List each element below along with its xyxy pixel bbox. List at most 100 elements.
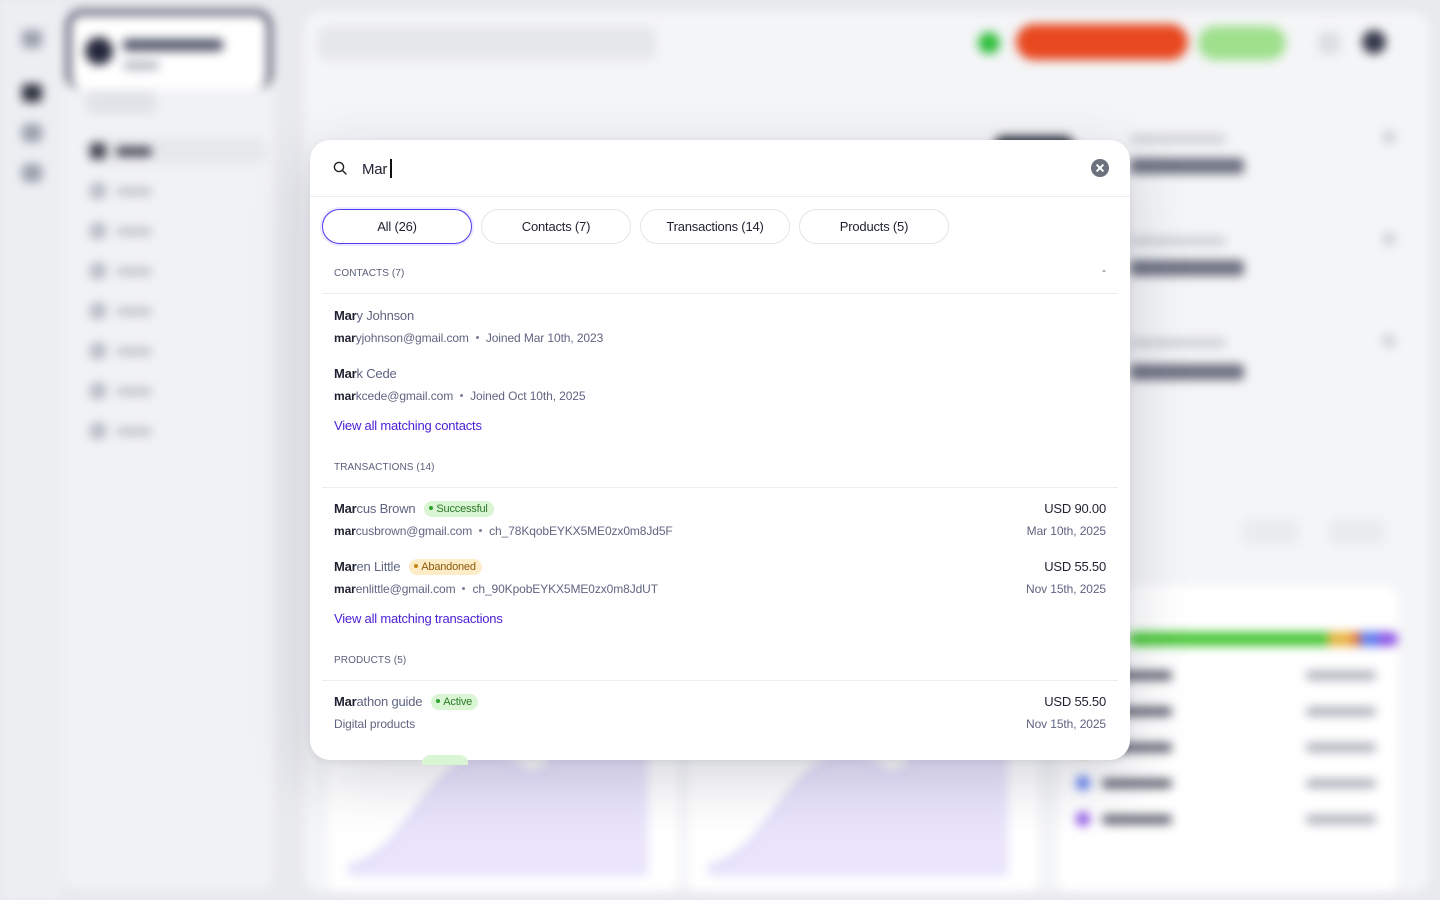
add-button [1242,518,1300,546]
contact-details: markcede@gmail.com Joined Oct 10th, 2025 [334,389,586,403]
kpi-label [1130,134,1226,144]
sidebar-item [86,418,266,444]
legend-row [1076,776,1376,790]
contact-name: Mark Cede [334,366,397,381]
view-all-contacts-link[interactable]: View all matching contacts [334,418,482,433]
view-all-contacts-row: View all matching contacts [322,414,1118,452]
info-icon [1382,130,1396,144]
transaction-result[interactable]: Maren Little Abandoned marenlittle@gmail.… [322,549,1118,607]
contact-joined: Joined Mar 10th, 2023 [485,331,604,345]
tab-products[interactable]: Products (5) [799,209,949,244]
contacts-section-header: CONTACTS (7) - [322,258,1118,294]
modal-search-bar: Mar [310,140,1130,197]
search-results: CONTACTS (7) - Mary Johnson maryjohnson@… [322,258,1118,742]
workspace-role-placeholder [123,61,159,70]
collapse-icon[interactable]: - [1102,263,1106,277]
transaction-date: Mar 10th, 2025 [1026,524,1106,538]
transaction-date: Nov 15th, 2025 [1026,582,1106,596]
filter-tabs: All (26) Contacts (7) Transactions (14) … [322,209,949,244]
search-modal: Mar All (26) Contacts (7) Transactions (… [310,140,1130,760]
contact-joined: Joined Oct 10th, 2025 [470,389,586,403]
cutoff-badge [422,755,468,765]
transaction-amount: USD 90.00 [1044,501,1106,516]
view-all-transactions-link[interactable]: View all matching transactions [334,611,503,626]
home-rail-icon [22,84,42,102]
kpi-label [1130,338,1226,348]
search-input[interactable]: Mar [362,159,393,178]
transaction-email: cusbrown@gmail.com [355,524,473,538]
name-rest: y Johnson [356,308,415,323]
plus-icon [1318,32,1340,54]
icon-rail [0,0,64,900]
transactions-section-header: TRANSACTIONS (14) [322,452,1118,488]
contact-result[interactable]: Mary Johnson maryjohnson@gmail.com Joined… [322,298,1118,356]
sidebar-item [86,178,266,204]
avatar [1362,30,1386,54]
sidebar-item [86,258,266,284]
tab-transactions[interactable]: Transactions (14) [640,209,790,244]
app-logo-icon [22,30,42,48]
status-badge: Abandoned [409,559,482,575]
sidebar-action-button [86,90,156,114]
sidebar-item [86,218,266,244]
section-title: PRODUCTS (5) [334,655,407,666]
charge-id: ch_78KqobEYKX5ME0zx0m8Jd5F [489,524,673,538]
tab-contacts[interactable]: Contacts (7) [481,209,631,244]
dot-separator [475,336,479,339]
legend-row [1076,812,1376,826]
workspace-switcher [66,10,272,90]
product-date: Nov 15th, 2025 [1026,717,1106,731]
info-icon [1382,232,1396,246]
product-name: Marathon guide Active [334,694,479,710]
workspace-name-placeholder [123,39,223,51]
dot-separator [460,394,464,397]
charge-id: ch_90KpobEYKX5ME0zx0m8JdUT [472,582,658,596]
contact-email: yjohnson@gmail.com [355,331,469,345]
transaction-details: marcusbrown@gmail.com ch_78KqobEYKX5ME0zx… [334,524,673,538]
match-highlight: Mar [334,694,357,709]
match-highlight: mar [334,582,356,596]
box-rail-icon [22,164,42,182]
name-rest: athon guide [356,694,423,709]
workspace-avatar [85,37,113,65]
match-highlight: mar [334,524,356,538]
transaction-details: marenlittle@gmail.com ch_90KpobEYKX5ME0zx… [334,582,658,596]
status-dot [978,32,1000,54]
kpi-label [1130,236,1226,246]
sidebar-item [86,338,266,364]
status-pill [1198,26,1286,60]
contact-result[interactable]: Mark Cede markcede@gmail.com Joined Oct 1… [322,356,1118,414]
section-title: CONTACTS (7) [334,268,405,279]
transaction-amount: USD 55.50 [1044,559,1106,574]
text-caret [390,159,393,178]
edit-button [1328,518,1386,546]
match-highlight: Mar [334,308,357,323]
status-badge: Successful [424,501,494,517]
product-result[interactable]: Marathon guide Active Digital products US… [322,684,1118,742]
transaction-result[interactable]: Marcus Brown Successful marcusbrown@gmail… [322,491,1118,549]
name-rest: k Cede [356,366,397,381]
top-search-bar [318,26,656,60]
search-icon [333,161,347,175]
section-title: TRANSACTIONS (14) [334,462,435,473]
products-section-header: PRODUCTS (5) [322,645,1118,681]
product-category: Digital products [334,717,416,731]
sidebar [64,10,274,890]
stacked-bar [1128,632,1398,646]
dot-separator [462,587,466,590]
kpi-value [1130,158,1244,174]
sidebar-item [86,138,266,164]
search-query-text: Mar [362,161,388,178]
name-rest: en Little [356,559,401,574]
transaction-email: enlittle@gmail.com [355,582,456,596]
match-highlight: mar [334,331,356,345]
transaction-customer: Marcus Brown Successful [334,501,494,517]
close-circle-icon[interactable] [1091,159,1109,177]
dot-separator [479,529,483,532]
tab-all[interactable]: All (26) [322,209,472,244]
kpi-value [1130,364,1244,380]
match-highlight: Mar [334,501,357,516]
contact-name: Mary Johnson [334,308,414,323]
match-highlight: mar [334,389,356,403]
match-highlight: Mar [334,366,357,381]
